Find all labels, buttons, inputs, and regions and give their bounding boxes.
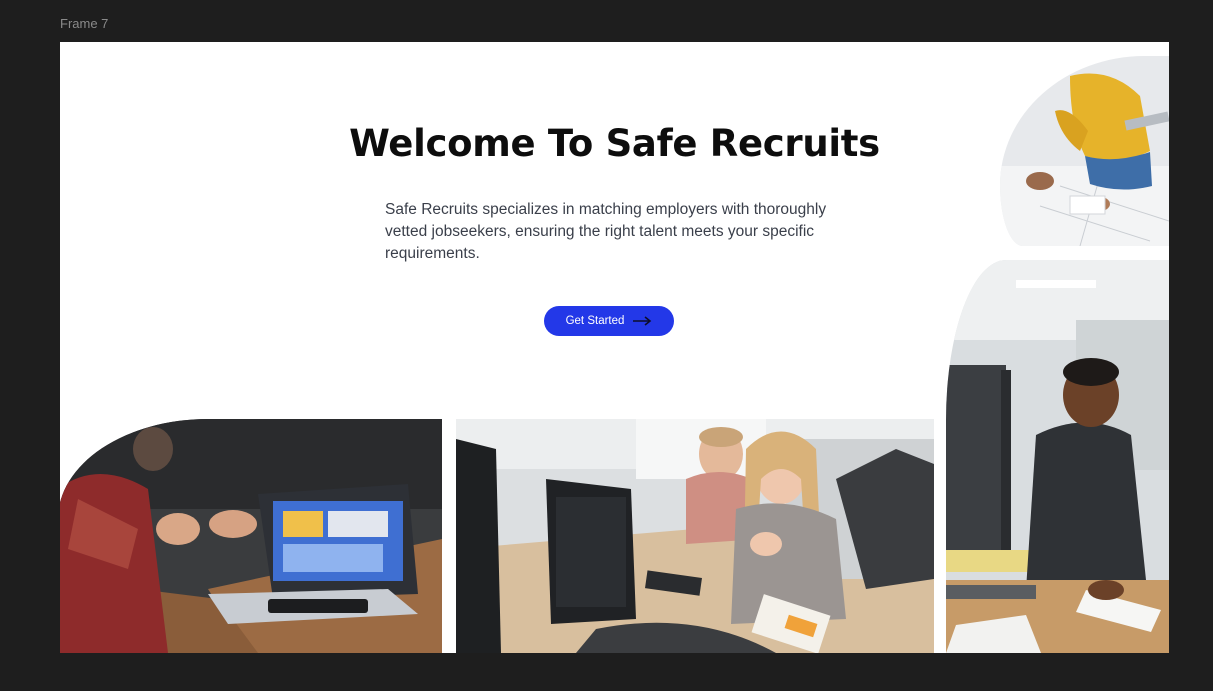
- frame-label[interactable]: Frame 7: [60, 16, 108, 31]
- arrow-right-icon: [633, 316, 652, 326]
- get-started-button[interactable]: Get Started: [544, 306, 674, 336]
- photo-team-planning: [1000, 56, 1169, 246]
- hero-description: Safe Recruits specializes in matching em…: [385, 201, 827, 262]
- photo-man-writing: [946, 260, 1169, 653]
- photo-colleagues-monitors: [456, 419, 934, 653]
- get-started-label: Get Started: [565, 315, 625, 327]
- photo-meeting-laptop: [60, 419, 442, 653]
- hero-frame: Welcome To Safe Recruits Safe Recruits s…: [60, 42, 1169, 653]
